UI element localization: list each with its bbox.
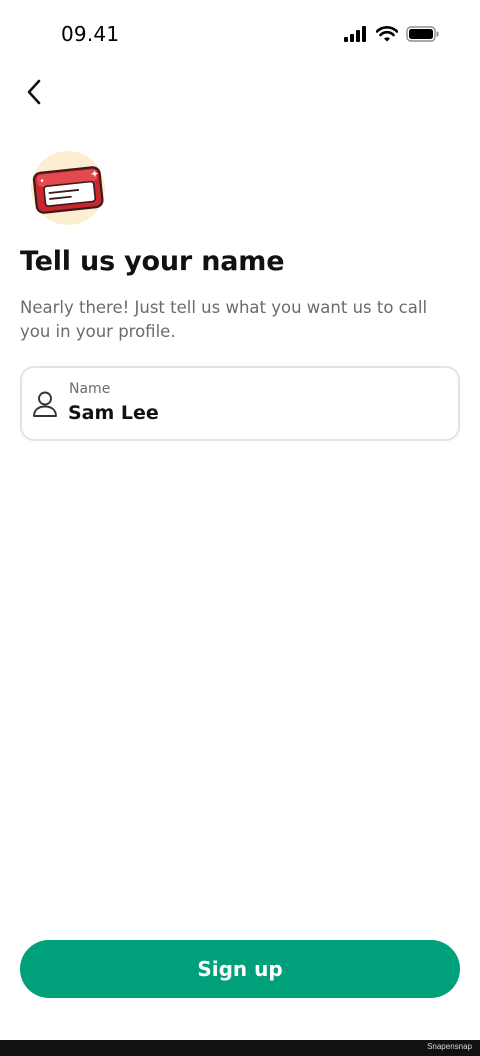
name-tag-illustration xyxy=(26,148,110,228)
page-title: Tell us your name xyxy=(20,246,285,277)
name-field[interactable]: Name xyxy=(20,366,460,441)
wifi-icon xyxy=(376,26,398,42)
person-icon xyxy=(33,391,57,417)
signup-button[interactable]: Sign up xyxy=(20,940,460,998)
status-icons xyxy=(344,26,440,42)
cellular-signal-icon xyxy=(344,26,366,42)
watermark: Snapensnap xyxy=(427,1042,472,1051)
back-button[interactable] xyxy=(18,76,50,108)
name-tag-card-icon xyxy=(31,151,105,225)
name-field-label: Name xyxy=(69,381,111,397)
status-bar: 09.41 xyxy=(0,0,480,72)
status-time: 09.41 xyxy=(61,22,120,46)
footer-bar: Snapensnap xyxy=(0,1040,480,1056)
chevron-left-icon xyxy=(27,79,41,105)
battery-icon xyxy=(406,26,439,42)
page-subtitle: Nearly there! Just tell us what you want… xyxy=(20,298,428,341)
name-input[interactable] xyxy=(68,402,438,424)
